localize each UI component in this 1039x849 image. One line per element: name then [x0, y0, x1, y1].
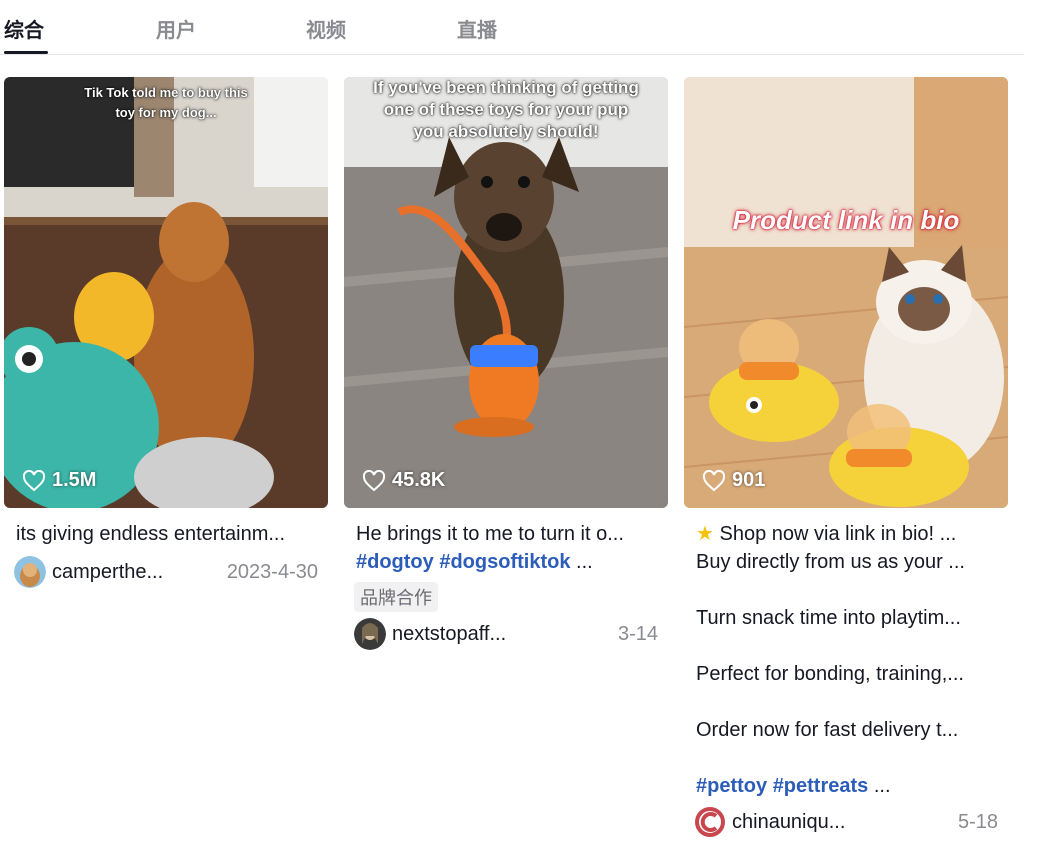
hashtag-line: #pettoy #pettreats ...	[696, 772, 996, 800]
avatar[interactable]	[694, 806, 726, 838]
video-thumbnail[interactable]: Tik Tok told me to buy this toy for my d…	[4, 77, 328, 508]
avatar[interactable]	[354, 618, 386, 650]
overlay-line: If you've been thinking of getting	[373, 78, 639, 97]
heart-icon	[22, 469, 46, 491]
video-description[interactable]: its giving endless entertainm...	[16, 520, 316, 548]
video-card[interactable]: Product link in bio 901 ★ Shop now via l…	[684, 77, 1008, 838]
author-name[interactable]: camperthe...	[52, 561, 217, 584]
description-gap	[696, 632, 996, 660]
heart-icon	[702, 469, 726, 491]
description-line: Turn snack time into playtim...	[696, 607, 961, 629]
description-gap	[696, 688, 996, 716]
hashtag-link[interactable]: #pettreats	[773, 775, 869, 797]
video-card[interactable]: If you've been thinking of getting one o…	[344, 77, 668, 650]
overlay-line: Tik Tok told me to buy this	[84, 85, 248, 100]
description-line: ★ Shop now via link in bio! ...	[696, 520, 996, 548]
hashtag-line: #dogtoy #dogsoftiktok ...	[356, 548, 656, 576]
heart-icon	[362, 469, 386, 491]
like-count-value: 901	[732, 469, 766, 491]
overlay-line: toy for my dog...	[115, 105, 217, 120]
overlay-caption: If you've been thinking of getting one o…	[344, 77, 668, 143]
post-date: 2023-4-30	[226, 560, 318, 583]
author-name[interactable]: nextstopaff...	[392, 623, 608, 646]
description-line: Buy directly from us as your ...	[696, 551, 965, 573]
author-row: chinauniqu... 5-18	[694, 806, 998, 838]
overlay-line: you absolutely should!	[413, 122, 599, 141]
video-card[interactable]: Tik Tok told me to buy this toy for my d…	[4, 77, 328, 588]
hashtag-link[interactable]: #dogtoy	[356, 551, 434, 573]
description-text: Shop now via link in bio! ...	[719, 523, 957, 545]
post-date: 3-14	[617, 622, 658, 645]
dog-toy-image	[4, 77, 328, 508]
description-line: Order now for fast delivery t...	[696, 719, 959, 741]
hashtag-more: ...	[576, 551, 593, 573]
hashtag-more: ...	[873, 775, 891, 797]
description-gap	[696, 744, 996, 772]
video-thumbnail[interactable]: Product link in bio 901	[684, 77, 1008, 508]
description-line: Perfect for bonding, training,...	[696, 663, 964, 685]
cat-toy-image	[684, 77, 1008, 508]
description-gap	[696, 576, 996, 604]
tab-live[interactable]: 直播	[457, 14, 497, 43]
overlay-caption: Product link in bio	[684, 205, 1008, 235]
like-count: 901	[702, 469, 765, 492]
overlay-caption: Tik Tok told me to buy this toy for my d…	[4, 83, 328, 123]
tab-users[interactable]: 用户	[156, 14, 196, 43]
brand-partner-badge: 品牌合作	[354, 582, 438, 612]
author-name[interactable]: chinauniqu...	[732, 811, 948, 834]
tab-all[interactable]: 综合	[4, 14, 44, 43]
video-description[interactable]: ★ Shop now via link in bio! ... Buy dire…	[696, 520, 996, 772]
video-thumbnail[interactable]: If you've been thinking of getting one o…	[344, 77, 668, 508]
author-row: camperthe... 2023-4-30	[14, 556, 318, 588]
like-count-value: 45.8K	[392, 469, 446, 491]
tab-videos[interactable]: 视频	[306, 14, 346, 43]
like-count: 1.5M	[22, 469, 96, 492]
video-description[interactable]: He brings it to me to turn it o...	[356, 520, 656, 548]
like-count-value: 1.5M	[52, 469, 97, 491]
hashtag-link[interactable]: #dogsoftiktok	[439, 551, 570, 573]
hashtag-link[interactable]: #pettoy	[696, 775, 767, 797]
post-date: 5-18	[957, 810, 998, 833]
avatar[interactable]	[14, 556, 46, 588]
star-icon: ★	[696, 523, 714, 545]
like-count: 45.8K	[362, 469, 445, 492]
active-tab-indicator	[4, 51, 48, 54]
overlay-line: one of these toys for your pup	[383, 100, 629, 119]
author-row: nextstopaff... 3-14	[354, 618, 658, 650]
overlay-line: Product link in bio	[732, 205, 960, 235]
search-tabs: 综合 用户 视频 直播	[0, 0, 1024, 55]
